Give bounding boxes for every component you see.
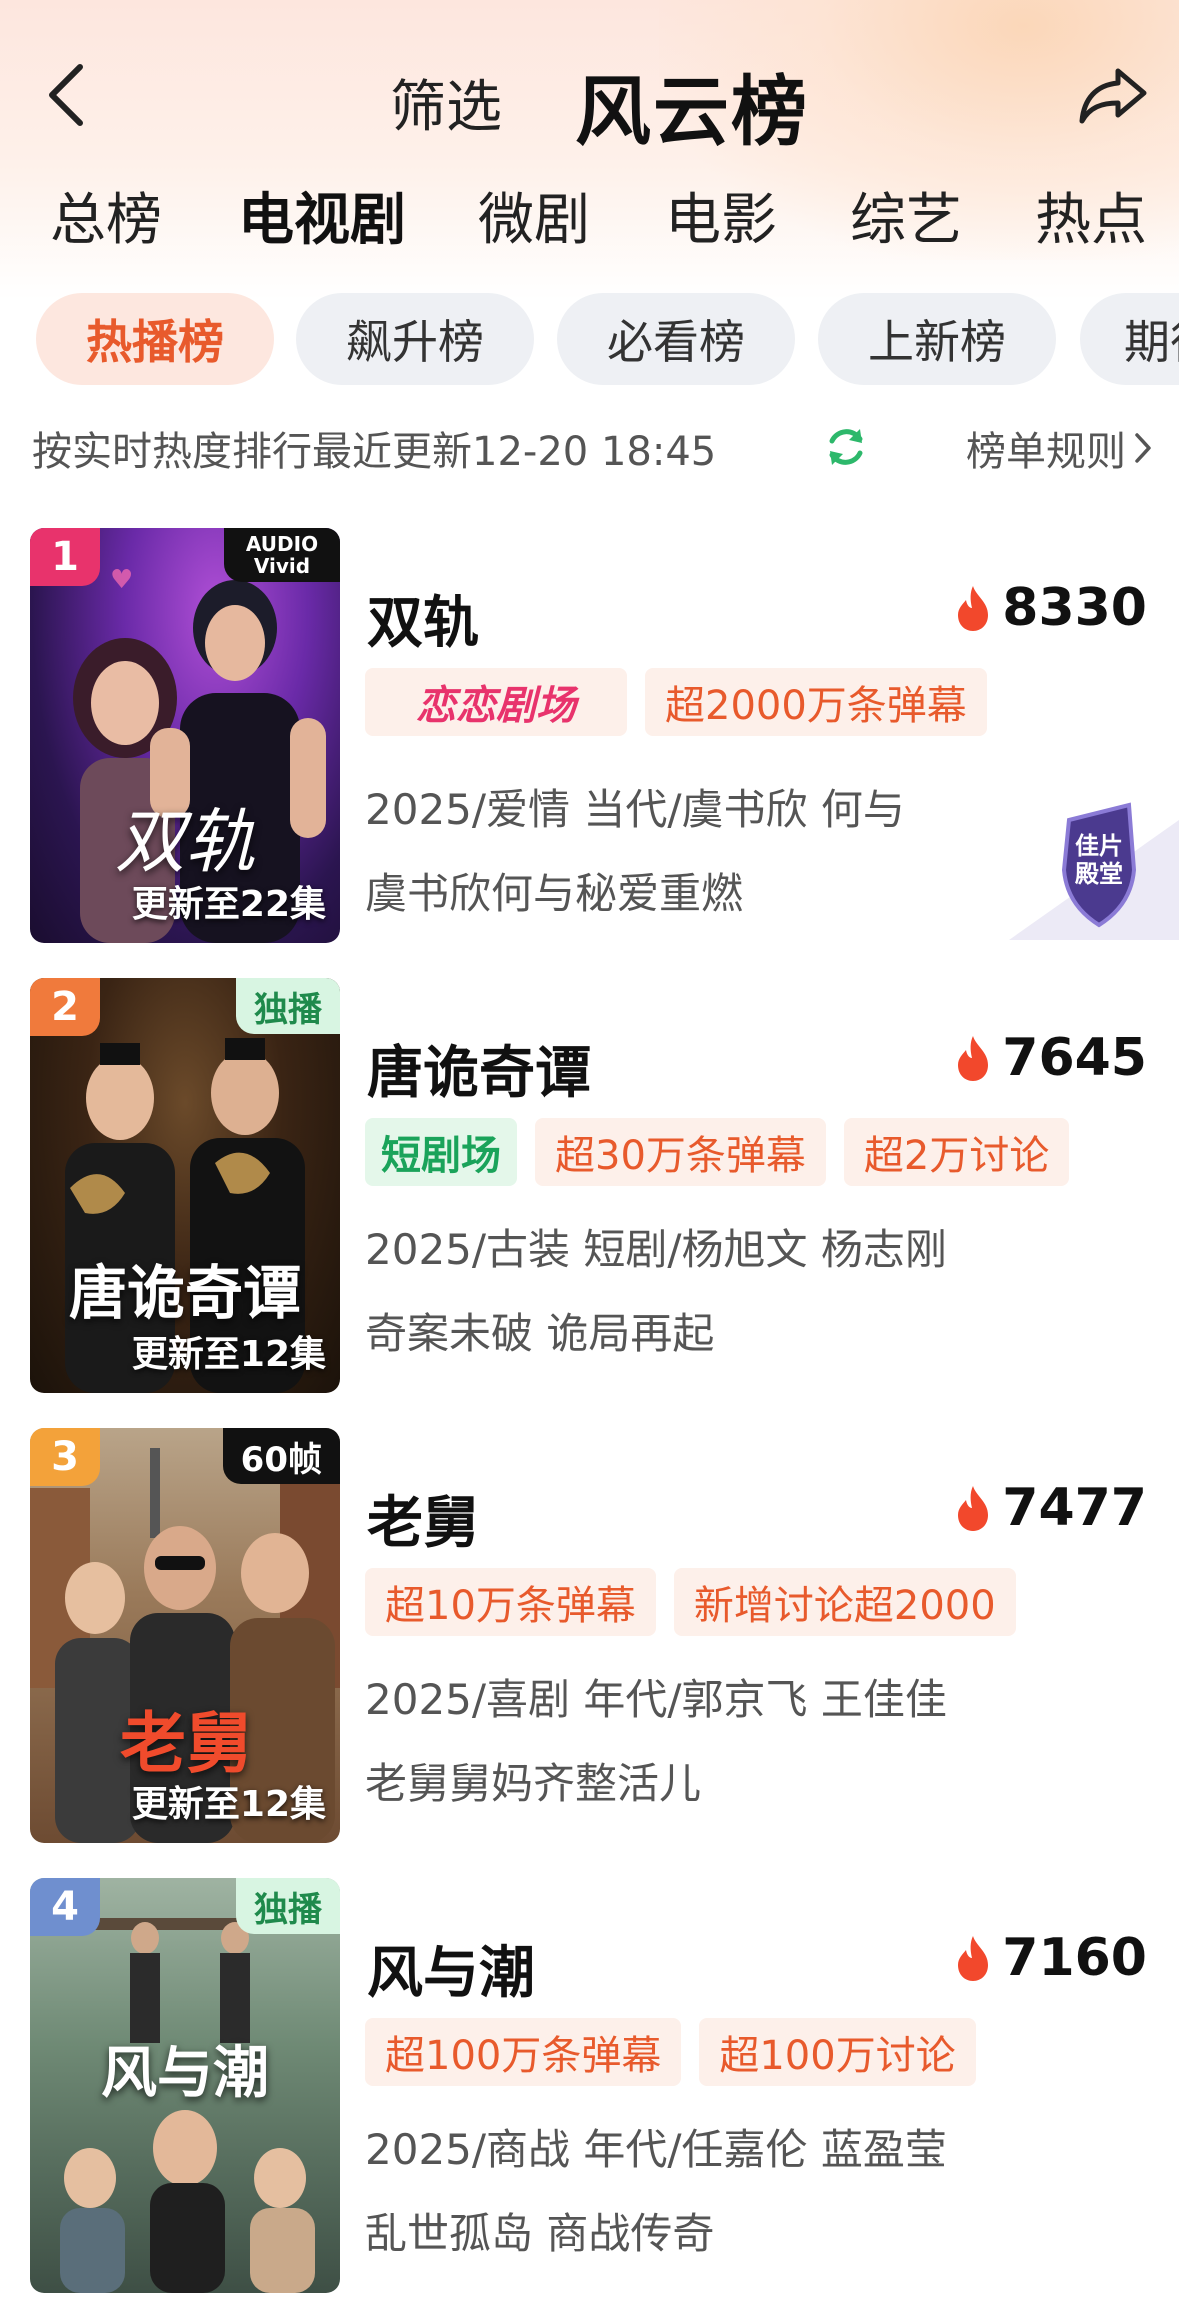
ranking-item[interactable]: ♥ 双轨 更新至22集 1 AUDIO Vivid 双轨 8330 恋恋剧场 超… — [0, 528, 1179, 943]
show-description: 虞书欣何与秘爱重燃 — [365, 869, 744, 918]
sub-tabs: 热播榜 飙升榜 必看榜 上新榜 期待榜 — [0, 293, 1179, 385]
heat-value: 7645 — [1002, 1028, 1147, 1088]
subtab-hot[interactable]: 热播榜 — [36, 293, 274, 385]
heat-score: 7645 — [954, 1028, 1147, 1088]
tag-row: 短剧场 超30万条弹幕 超2万讨论 — [365, 1118, 1070, 1186]
show-meta: 2025/爱情 当代/虞书欣 何与 — [365, 785, 905, 834]
top-bar: 筛选 风云榜 — [0, 40, 1179, 156]
brand-tag-love-theater: 恋恋剧场 — [365, 668, 627, 736]
category-tabs: 总榜 电视剧 微剧 电影 综艺 热点 — [0, 175, 1179, 255]
tab-tv-series[interactable]: 电视剧 — [238, 175, 406, 256]
heat-score: 8330 — [954, 578, 1147, 638]
poster-title-art: 双轨 — [115, 801, 255, 883]
poster-image[interactable]: 唐诡奇谭 更新至12集 2 独播 — [30, 978, 340, 1393]
heat-value: 7477 — [1002, 1478, 1147, 1538]
tab-movie[interactable]: 电影 — [665, 175, 777, 256]
page-title: 风云榜 — [575, 67, 809, 156]
rank-badge: 1 — [30, 528, 100, 586]
subtab-new[interactable]: 上新榜 — [818, 293, 1056, 385]
poster-image[interactable]: 风与潮 4 独播 — [30, 1878, 340, 2293]
stat-tag: 超100万讨论 — [699, 2018, 976, 2086]
heat-value: 8330 — [1002, 578, 1147, 638]
flame-icon — [958, 1036, 989, 1081]
stat-tag: 超10万条弹幕 — [365, 1568, 656, 1636]
rank-badge: 4 — [30, 1878, 100, 1936]
refresh-icon[interactable] — [824, 425, 868, 469]
show-description: 乱世孤岛 商战传奇 — [365, 2209, 715, 2258]
rank-badge: 3 — [30, 1428, 100, 1486]
stat-tag: 超30万条弹幕 — [535, 1118, 826, 1186]
update-info-row: 按实时热度排行最近更新12-20 18:45 榜单规则 — [32, 415, 1152, 475]
poster-image[interactable]: ♥ 双轨 更新至22集 1 AUDIO Vivid — [30, 528, 340, 943]
audio-vivid-label: AUDIO Vivid — [245, 532, 319, 578]
heat-score: 7160 — [954, 1928, 1147, 1988]
ranking-rules-link[interactable]: 榜单规则 — [966, 419, 1152, 477]
flame-icon — [958, 1486, 989, 1531]
award-label: 佳片殿堂 — [1075, 832, 1123, 888]
svg-text:♥: ♥ — [110, 565, 133, 595]
award-badge: 佳片殿堂 — [989, 800, 1179, 940]
tag-row: 恋恋剧场 超2000万条弹幕 — [365, 668, 987, 736]
ranking-item[interactable]: 老舅 更新至12集 3 60帧 老舅 7477 超10万条弹幕 新增讨论超200… — [0, 1428, 1179, 1843]
ranking-item[interactable]: 唐诡奇谭 更新至12集 2 独播 唐诡奇谭 7645 短剧场 超30万条弹幕 超… — [0, 978, 1179, 1393]
tab-trending[interactable]: 热点 — [1035, 175, 1147, 256]
frame-rate-badge: 60帧 — [222, 1428, 340, 1484]
poster-title-art: 唐诡奇谭 — [68, 1259, 301, 1327]
subtab-must-watch[interactable]: 必看榜 — [557, 293, 795, 385]
brand-tag-short-theater: 短剧场 — [365, 1118, 517, 1186]
audio-vivid-badge: AUDIO Vivid — [224, 528, 340, 582]
poster-update-label: 更新至12集 — [131, 1334, 326, 1375]
ranking-item[interactable]: 风与潮 4 独播 风与潮 7160 超100万条弹幕 超100万讨论 2025/… — [0, 1878, 1179, 2293]
poster-update-label: 更新至12集 — [131, 1784, 326, 1825]
show-meta: 2025/商战 年代/任嘉伦 蓝盈莹 — [365, 2125, 947, 2174]
poster-image[interactable]: 老舅 更新至12集 3 60帧 — [30, 1428, 340, 1843]
back-button[interactable] — [36, 60, 96, 130]
subtab-rising[interactable]: 飙升榜 — [296, 293, 534, 385]
show-meta: 2025/古装 短剧/杨旭文 杨志刚 — [365, 1225, 947, 1274]
poster-title-art: 风与潮 — [101, 2040, 269, 2106]
heat-value: 7160 — [1002, 1928, 1147, 1988]
tab-variety[interactable]: 综艺 — [850, 175, 962, 256]
stat-tag: 超2万讨论 — [843, 1118, 1070, 1186]
stat-tag: 超2000万条弹幕 — [645, 668, 987, 736]
stat-tag: 超100万条弹幕 — [365, 2018, 682, 2086]
poster-title-art: 老舅 — [120, 1704, 252, 1782]
ranking-rules-label: 榜单规则 — [966, 429, 1126, 475]
tag-row: 超100万条弹幕 超100万讨论 — [365, 2018, 976, 2086]
tab-overall[interactable]: 总榜 — [50, 175, 162, 256]
subtab-anticipated[interactable]: 期待榜 — [1080, 293, 1179, 385]
filter-button[interactable]: 筛选 — [390, 62, 502, 143]
show-title[interactable]: 风与潮 — [367, 1928, 535, 2009]
update-info-text: 按实时热度排行最近更新12-20 18:45 — [32, 429, 717, 475]
tag-row: 超10万条弹幕 新增讨论超2000 — [365, 1568, 1016, 1636]
stat-tag: 新增讨论超2000 — [673, 1568, 1016, 1636]
rank-badge: 2 — [30, 978, 100, 1036]
show-description: 奇案未破 诡局再起 — [365, 1309, 715, 1358]
chevron-right-icon — [1135, 433, 1151, 463]
share-button[interactable] — [1076, 60, 1152, 130]
exclusive-badge: 独播 — [236, 1878, 340, 1934]
share-icon — [1079, 68, 1147, 124]
tab-micro-drama[interactable]: 微剧 — [478, 175, 590, 256]
flame-icon — [958, 1936, 989, 1981]
show-title[interactable]: 老舅 — [367, 1478, 479, 1559]
brand-tag-label: 恋恋剧场 — [416, 683, 576, 729]
flame-icon — [958, 586, 989, 631]
show-meta: 2025/喜剧 年代/郭京飞 王佳佳 — [365, 1675, 947, 1724]
exclusive-badge: 独播 — [236, 978, 340, 1034]
show-title[interactable]: 双轨 — [367, 578, 479, 659]
poster-update-label: 更新至22集 — [131, 884, 326, 925]
show-title[interactable]: 唐诡奇谭 — [367, 1028, 591, 1109]
show-description: 老舅舅妈齐整活儿 — [365, 1759, 702, 1808]
chevron-left-icon — [49, 64, 83, 126]
heat-score: 7477 — [954, 1478, 1147, 1538]
